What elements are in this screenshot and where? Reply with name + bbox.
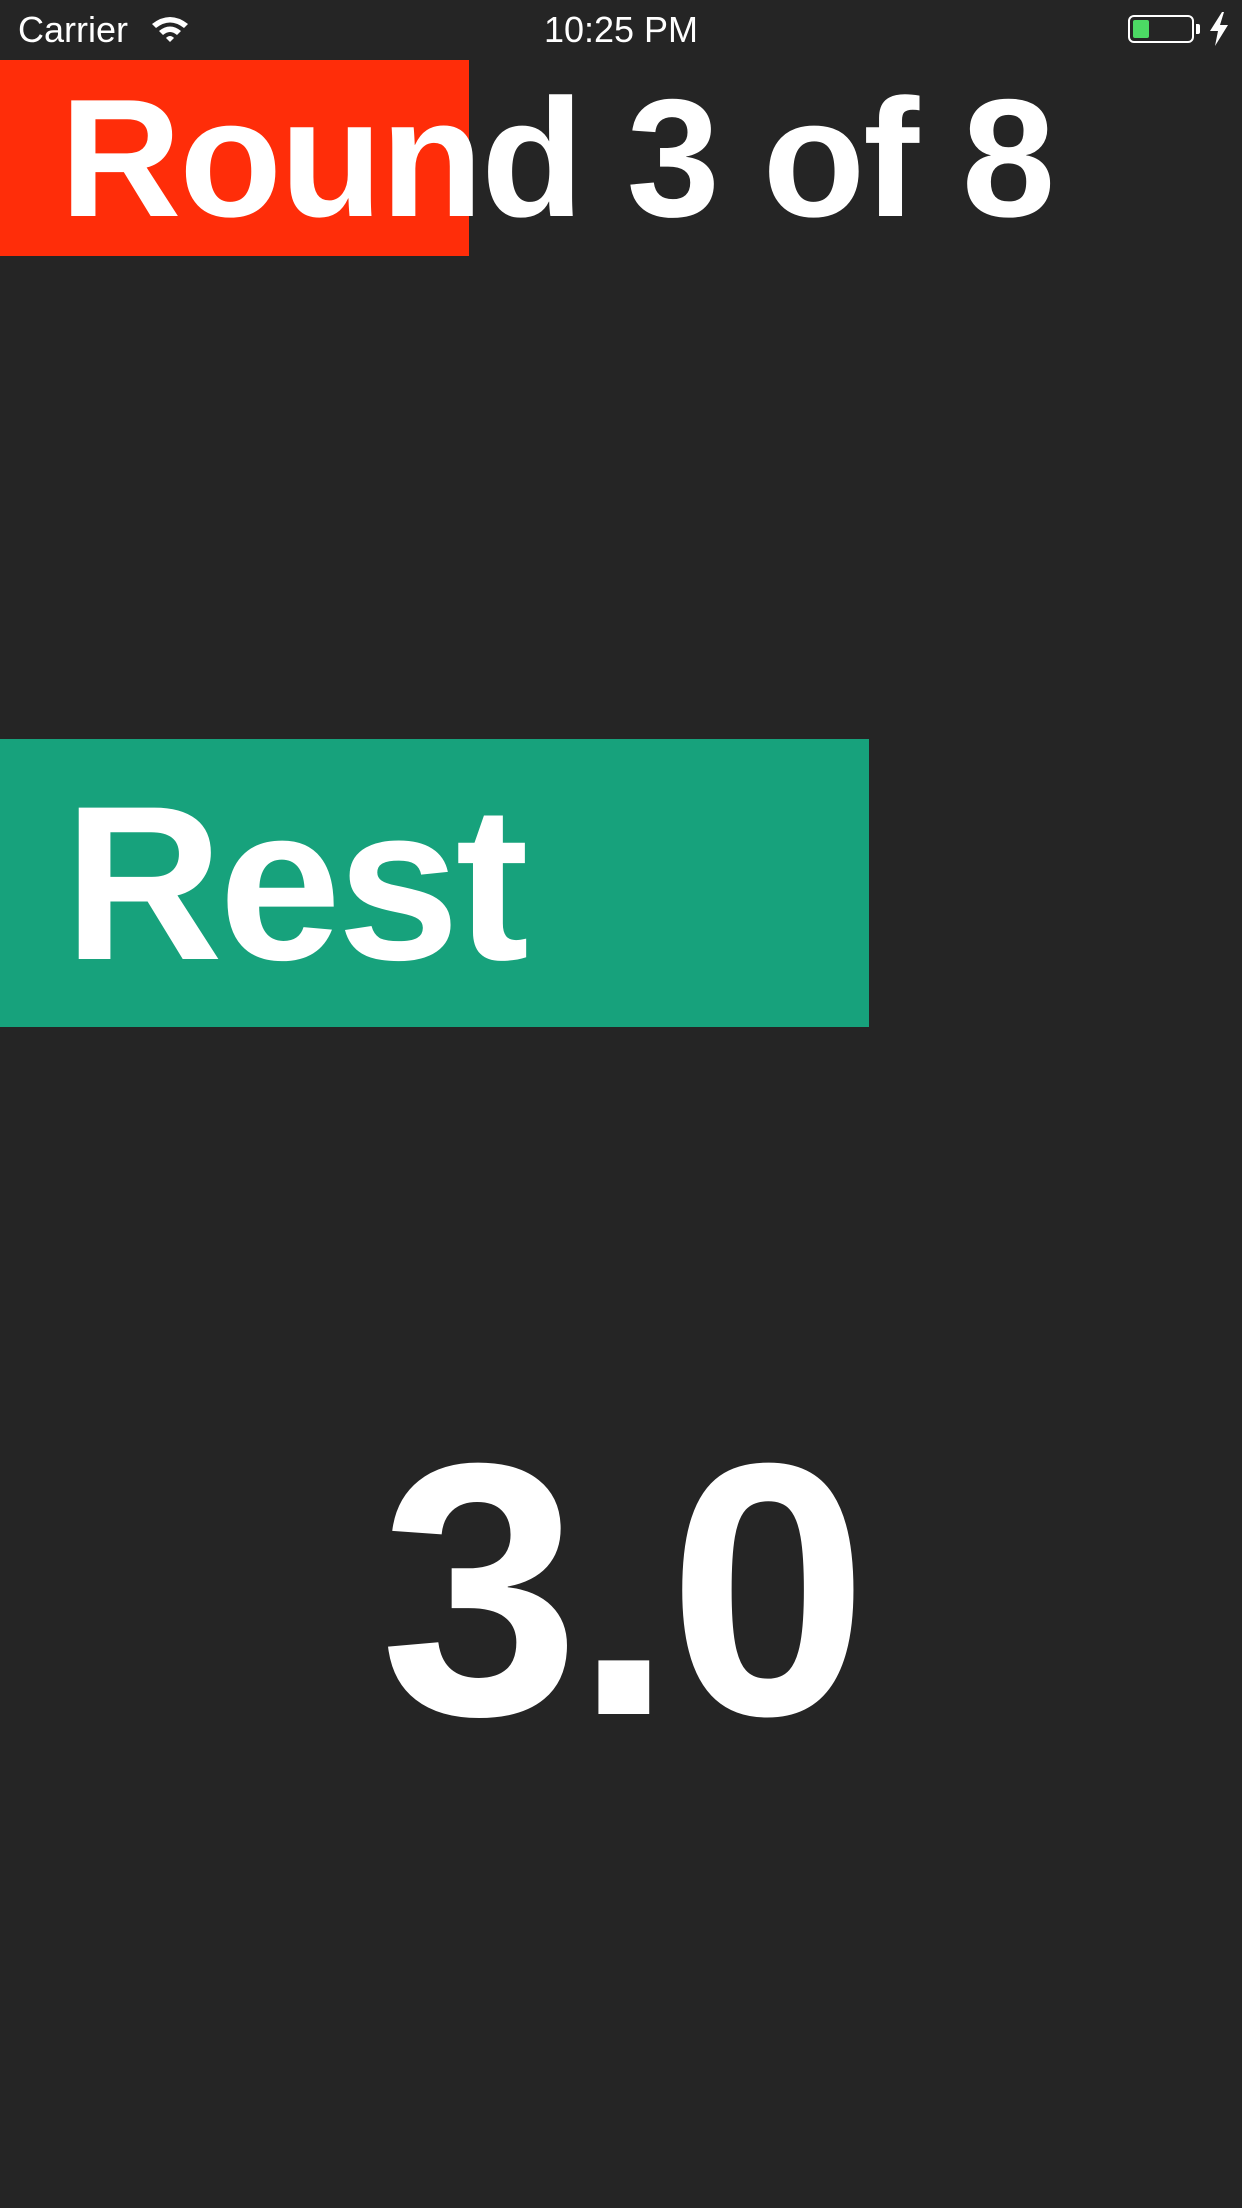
battery-nub <box>1196 24 1200 34</box>
battery-level <box>1133 20 1149 38</box>
phase-label: Rest <box>64 760 529 1006</box>
lightning-bolt-icon <box>1210 12 1228 46</box>
clock: 10:25 PM <box>543 9 699 50</box>
timer-value: 3.0 <box>379 1389 868 1791</box>
battery-icon <box>1128 15 1194 43</box>
phase-indicator: Rest <box>0 739 1242 1027</box>
round-label: Round 3 of 8 <box>60 64 1055 252</box>
round-indicator: Round 3 of 8 <box>0 60 1242 256</box>
status-bar: Carrier 10:25 PM <box>0 0 1242 60</box>
